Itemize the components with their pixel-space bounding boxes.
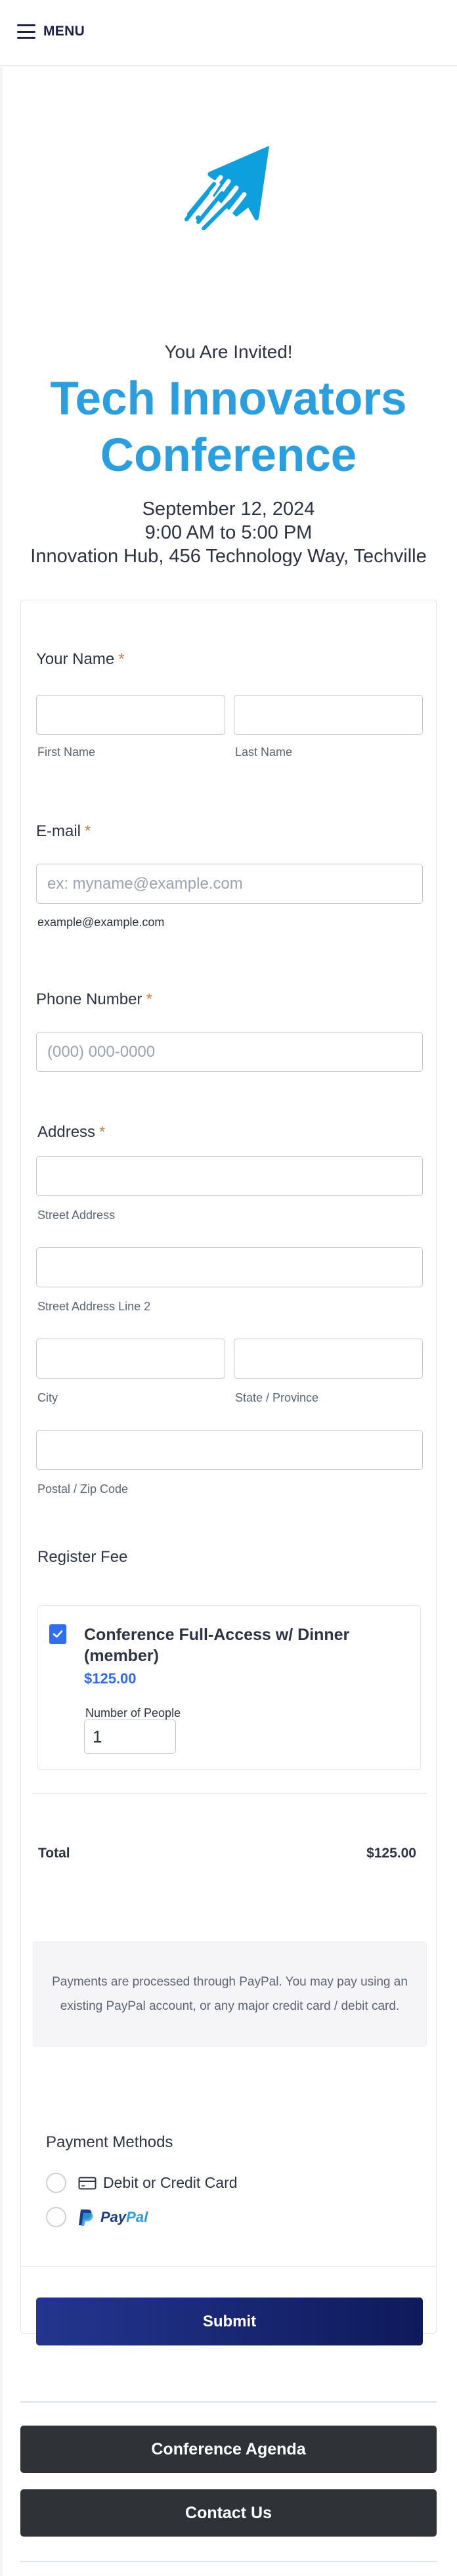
product-name: Conference Full-Access w/ Dinner (member… <box>84 1626 350 1665</box>
register-fee-label: Register Fee <box>37 1548 128 1566</box>
product-price: $125.00 <box>84 1670 137 1687</box>
total-value: $125.00 <box>366 1846 416 1861</box>
state-sublabel: State / Province <box>235 1391 319 1404</box>
first-name-sublabel: First Name <box>37 745 96 759</box>
zip-input[interactable] <box>36 1430 423 1470</box>
required-asterisk: * <box>99 1123 106 1141</box>
hamburger-icon <box>17 24 35 39</box>
address-label: Address * <box>37 1123 106 1141</box>
phone-label: Phone Number * <box>36 990 152 1008</box>
last-name-input[interactable] <box>234 695 423 735</box>
quantity-label: Number of People <box>85 1706 181 1720</box>
total-label: Total <box>38 1846 70 1861</box>
payment-methods-title: Payment Methods <box>46 2133 173 2151</box>
payment-option-paypal[interactable]: PayPal <box>46 2207 148 2227</box>
quantity-input[interactable] <box>84 1720 176 1754</box>
paypal-radio[interactable] <box>46 2207 66 2227</box>
state-input[interactable] <box>234 1339 423 1379</box>
event-details: September 12, 2024 9:00 AM to 5:00 PM In… <box>0 497 457 568</box>
checkmark-icon <box>53 1630 63 1638</box>
payment-note: Payments are processed through PayPal. Y… <box>33 1942 427 2047</box>
paypal-wordmark: PayPal <box>100 2208 148 2225</box>
phone-input[interactable] <box>36 1032 423 1072</box>
contact-us-button[interactable]: Contact Us <box>20 2489 437 2537</box>
product-checkbox[interactable] <box>49 1624 66 1644</box>
menu-button[interactable]: MENU <box>17 24 85 39</box>
event-title: Tech Innovators Conference <box>50 373 407 481</box>
submit-divider <box>21 2266 436 2267</box>
product-item: Conference Full-Access w/ Dinner (member… <box>37 1605 421 1770</box>
city-sublabel: City <box>37 1391 58 1404</box>
first-name-input[interactable] <box>36 695 225 735</box>
street-address-line2-input[interactable] <box>36 1247 423 1287</box>
conference-agenda-button[interactable]: Conference Agenda <box>20 2426 437 2473</box>
total-divider <box>33 1793 427 1794</box>
city-input[interactable] <box>36 1339 225 1379</box>
street-address-sublabel: Street Address <box>37 1209 116 1222</box>
last-name-sublabel: Last Name <box>235 745 293 759</box>
required-asterisk: * <box>146 990 152 1008</box>
event-date: September 12, 2024 <box>142 499 315 520</box>
top-nav-bar: MENU <box>0 0 457 66</box>
payment-option-card[interactable]: Debit or Credit Card <box>46 2173 238 2193</box>
event-location: Innovation Hub, 456 Technology Way, Tech… <box>30 546 427 567</box>
footer-divider-bottom <box>20 2561 437 2562</box>
required-asterisk: * <box>85 822 91 840</box>
required-asterisk: * <box>118 650 125 668</box>
invitation-subtitle: You Are Invited! <box>164 342 293 362</box>
card-radio[interactable] <box>46 2173 66 2193</box>
street-address-input[interactable] <box>36 1156 423 1196</box>
rocket-arrow-logo-icon <box>185 146 269 230</box>
zip-sublabel: Postal / Zip Code <box>37 1482 129 1496</box>
card-option-label: Debit or Credit Card <box>103 2174 238 2191</box>
credit-card-icon <box>78 2177 97 2189</box>
email-input[interactable] <box>36 864 423 904</box>
event-time: 9:00 AM to 5:00 PM <box>144 522 313 543</box>
footer-divider-top <box>20 2401 437 2403</box>
menu-label: MENU <box>43 24 85 39</box>
email-label: E-mail * <box>36 822 91 840</box>
street-address-line2-sublabel: Street Address Line 2 <box>37 1300 151 1313</box>
name-label: Your Name * <box>36 650 125 668</box>
email-sublabel: example@example.com <box>37 916 165 929</box>
paypal-logo-icon <box>79 2209 93 2226</box>
submit-button[interactable]: Submit <box>36 2298 423 2345</box>
